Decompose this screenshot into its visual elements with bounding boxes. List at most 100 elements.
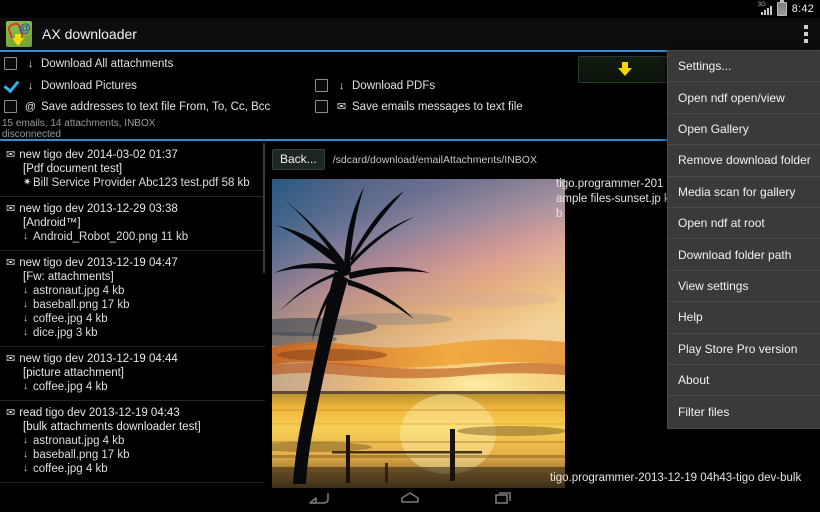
- option-label: Save emails messages to text file: [352, 100, 523, 113]
- menu-item-help[interactable]: Help: [668, 302, 820, 334]
- attachment-name: Android_Robot_200.png 11 kb: [33, 231, 189, 243]
- status-clock: 8:42: [791, 3, 814, 15]
- signal-bars: [760, 6, 772, 15]
- list-item[interactable]: ✉ read tigo dev 2013-12-19 04:43 [bulk a…: [0, 401, 265, 483]
- action-bar: @ AX downloader: [0, 18, 820, 52]
- menu-item-open-ndf-open-view[interactable]: Open ndf open/view: [668, 82, 820, 114]
- menu-item-open-ndf-at-root[interactable]: Open ndf at root: [668, 208, 820, 240]
- attachment-name: dice.jpg 3 kb: [33, 327, 98, 339]
- menu-item-open-gallery[interactable]: Open Gallery: [668, 114, 820, 146]
- attachment-name: coffee.jpg 4 kb: [33, 313, 108, 325]
- attachment-name: baseball.png 17 kb: [33, 449, 130, 461]
- option-download-pictures[interactable]: ↓ Download Pictures: [4, 79, 137, 92]
- menu-item-about[interactable]: About: [668, 365, 820, 397]
- overflow-dot: [804, 25, 808, 29]
- android-screen: 3G 8:42 @ AX downloader ↓ Download All a…: [0, 0, 820, 512]
- option-label: Download Pictures: [41, 79, 137, 92]
- envelope-glyph-icon: ✉: [336, 101, 347, 113]
- attachment-name: coffee.jpg 4 kb: [33, 463, 108, 475]
- attachment-row[interactable]: ↓ astronaut.jpg 4 kb: [6, 434, 261, 448]
- download-arrow-head: [12, 38, 24, 46]
- download-glyph-icon: ↓: [27, 57, 34, 70]
- email-subject: [bulk attachments downloader test]: [23, 421, 201, 433]
- menu-item-play-store-pro-version[interactable]: Play Store Pro version: [668, 334, 820, 365]
- email-subject: [Android™]: [23, 217, 81, 229]
- attachment-name: baseball.png 17 kb: [33, 299, 130, 311]
- list-item[interactable]: ✉ new tigo dev 2013-12-19 04:44 [picture…: [0, 347, 265, 401]
- attachment-row[interactable]: ↓ coffee.jpg 4 kb: [6, 312, 261, 326]
- attachment-glyph-icon: ↓: [23, 449, 28, 460]
- attachment-row[interactable]: ↓ coffee.jpg 4 kb: [6, 462, 261, 476]
- attachment-row[interactable]: ✷ Bill Service Provider Abc123 test.pdf …: [6, 176, 261, 190]
- email-header-row: ✉ new tigo dev 2013-12-19 04:44: [6, 352, 261, 366]
- option-download-pdfs[interactable]: ↓ Download PDFs: [315, 79, 435, 92]
- email-header-row: ✉ new tigo dev 2013-12-19 04:47: [6, 256, 261, 270]
- attachment-row[interactable]: ↓ Android_Robot_200.png 11 kb: [6, 230, 261, 244]
- attachment-row[interactable]: ↓ dice.jpg 3 kb: [6, 326, 261, 340]
- current-folder-path: /sdcard/download/emailAttachments/INBOX: [332, 153, 537, 166]
- home-icon[interactable]: [397, 490, 423, 511]
- option-download-all-attachments[interactable]: ↓ Download All attachments: [4, 57, 173, 70]
- overflow-popup-menu[interactable]: Settings... Open ndf open/view Open Gall…: [667, 50, 820, 429]
- download-glyph-icon: ↓: [338, 79, 345, 92]
- email-subject: [picture attachment]: [23, 367, 124, 379]
- attachment-row[interactable]: ↓ baseball.png 17 kb: [6, 298, 261, 312]
- overflow-menu-button[interactable]: [792, 17, 820, 51]
- attachment-name: Bill Service Provider Abc123 test.pdf 58…: [33, 177, 250, 189]
- overflow-dot: [804, 32, 808, 36]
- attachment-glyph-icon: ↓: [23, 313, 28, 324]
- image-preview[interactable]: [272, 179, 565, 492]
- download-arrow-icon: [617, 61, 633, 78]
- email-header: new tigo dev 2014-03-02 01:37: [19, 149, 178, 161]
- email-header: new tigo dev 2013-12-29 03:38: [19, 203, 178, 215]
- menu-item-media-scan-for-gallery[interactable]: Media scan for gallery: [668, 177, 820, 208]
- list-item[interactable]: ✉ new tigo dev 2014-03-02 01:37 [Pdf doc…: [0, 143, 265, 197]
- email-header: new tigo dev 2013-12-19 04:47: [19, 257, 178, 269]
- option-label: Save addresses to text file From, To, Cc…: [41, 100, 271, 113]
- envelope-icon: ✉: [6, 149, 16, 161]
- at-sign-icon: @: [19, 21, 31, 35]
- image-caption-side: tigo.programmer-201 sample files-sunset.…: [556, 178, 673, 220]
- attachment-row[interactable]: ↓ baseball.png 17 kb: [6, 448, 261, 462]
- attachment-name: coffee.jpg 4 kb: [33, 381, 108, 393]
- option-save-addresses[interactable]: @ Save addresses to text file From, To, …: [4, 100, 270, 113]
- attachment-glyph-icon: ↓: [23, 435, 28, 446]
- email-header-row: ✉ read tigo dev 2013-12-19 04:43: [6, 406, 261, 420]
- checkbox-save-emails[interactable]: [315, 100, 328, 113]
- back-icon[interactable]: [306, 490, 332, 511]
- menu-item-settings[interactable]: Settings...: [668, 51, 820, 83]
- signal-icon: 3G: [758, 2, 772, 15]
- status-bar-icons: 3G 8:42: [758, 0, 814, 16]
- option-label: Download All attachments: [41, 57, 174, 70]
- menu-item-view-settings[interactable]: View settings: [668, 271, 820, 303]
- recents-icon[interactable]: [488, 490, 514, 511]
- download-button[interactable]: [578, 56, 672, 83]
- path-bar: Back... /sdcard/download/emailAttachment…: [272, 149, 537, 170]
- attachment-row[interactable]: ↓ astronaut.jpg 4 kb: [6, 284, 261, 298]
- email-subject: [Fw: attachments]: [23, 271, 114, 283]
- menu-item-remove-download-folder[interactable]: Remove download folder: [668, 145, 820, 177]
- list-item[interactable]: ✉ new tigo dev 2013-12-19 04:47 [Fw: att…: [0, 251, 265, 347]
- overflow-dot: [804, 39, 808, 43]
- app-title: AX downloader: [42, 26, 137, 42]
- checkbox-save-addresses[interactable]: [4, 100, 17, 113]
- email-header-row: ✉ new tigo dev 2014-03-02 01:37: [6, 148, 261, 162]
- attachment-glyph-icon: ↓: [23, 381, 28, 392]
- email-header: new tigo dev 2013-12-19 04:44: [19, 353, 178, 365]
- menu-item-download-folder-path[interactable]: Download folder path: [668, 239, 820, 271]
- attachment-row[interactable]: ↓ coffee.jpg 4 kb: [6, 380, 261, 394]
- attachment-glyph-icon: ↓: [23, 463, 28, 474]
- envelope-icon: ✉: [6, 257, 16, 269]
- checkbox-download-all-attachments[interactable]: [4, 57, 17, 70]
- attachment-glyph-icon: ↓: [23, 327, 28, 338]
- status-bar: 3G 8:42: [0, 0, 820, 18]
- list-item[interactable]: ✉ new tigo dev 2013-12-29 03:38 [Android…: [0, 197, 265, 251]
- checkbox-download-pictures[interactable]: [4, 79, 17, 92]
- menu-item-filter-files[interactable]: Filter files: [668, 396, 820, 427]
- envelope-icon: ✉: [6, 353, 16, 365]
- battery-icon: [776, 0, 787, 16]
- option-save-emails[interactable]: ✉ Save emails messages to text file: [315, 100, 523, 113]
- back-button[interactable]: Back...: [272, 149, 325, 170]
- email-list[interactable]: ✉ new tigo dev 2014-03-02 01:37 [Pdf doc…: [0, 143, 265, 488]
- checkbox-download-pdfs[interactable]: [315, 79, 328, 92]
